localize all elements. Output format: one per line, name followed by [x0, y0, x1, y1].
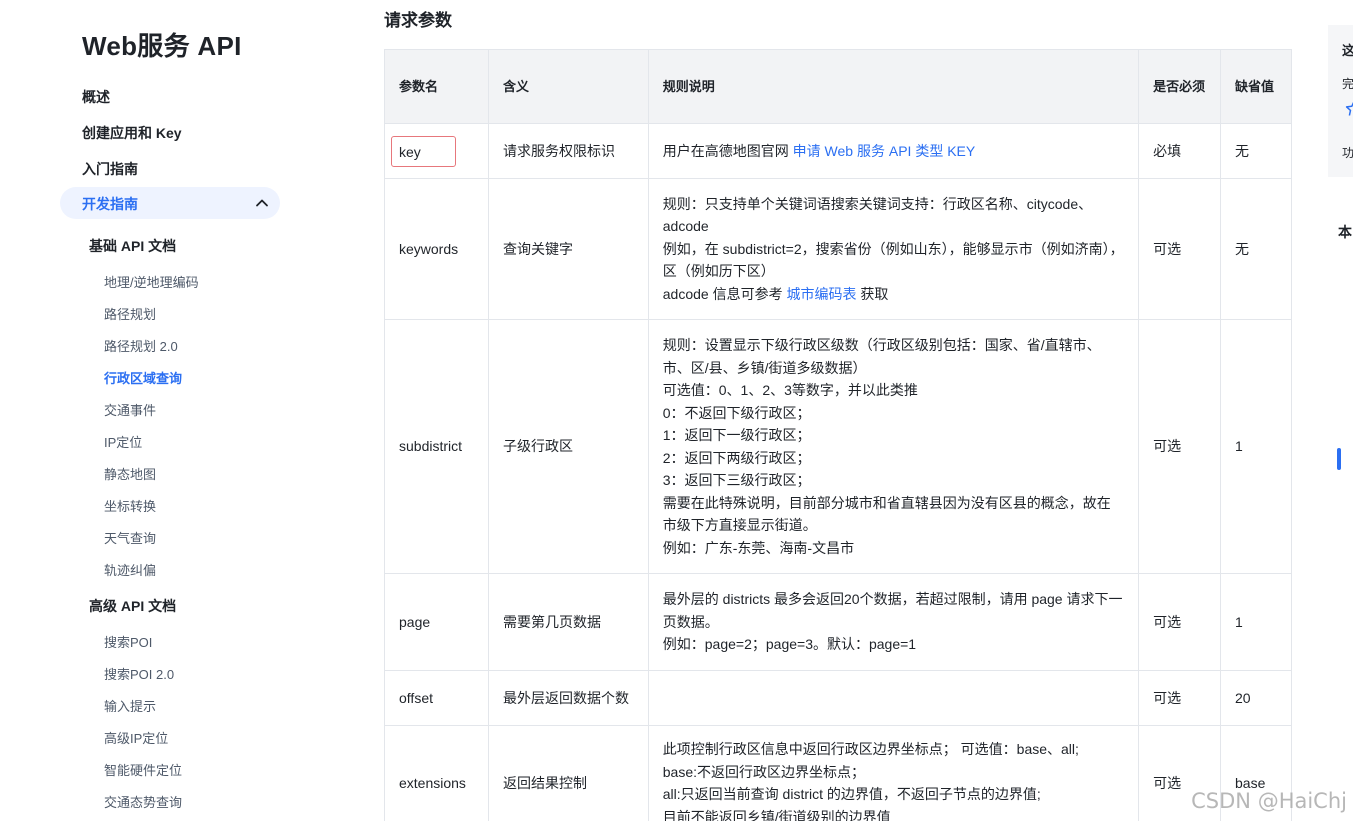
- nav-sub-search-poi-2[interactable]: 搜索POI 2.0: [104, 664, 174, 683]
- cell-meaning: 请求服务权限标识: [487, 123, 649, 179]
- nav-sub-district-query[interactable]: 行政区域查询: [104, 368, 182, 387]
- table-row: page 需要第几页数据 最外层的 districts 最多会返回20个数据，若…: [384, 573, 1292, 671]
- header-rules: 规则说明: [647, 49, 1140, 124]
- rule-line: 规则：设置显示下级行政区级数（行政区级别包括：国家、省/直辖市、市、区/县、乡镇…: [662, 337, 1101, 376]
- cell-rules: [647, 670, 1140, 726]
- nav-dev-guide-label: 开发指南: [82, 196, 138, 212]
- feedback-card-line: 完: [1342, 77, 1353, 91]
- rule-suffix: 获取: [856, 285, 889, 302]
- table-row: key 请求服务权限标识 用户在高德地图官网 申请 Web 服务 API 类型 …: [384, 123, 1292, 179]
- rule-line: adcode 信息可参考 城市编码表 获取: [663, 283, 1124, 306]
- feedback-card-title: 这: [1342, 43, 1353, 58]
- table-header-row: 参数名 含义 规则说明 是否必须 缺省值: [384, 49, 1292, 124]
- cell-required: 可选: [1138, 573, 1221, 671]
- site-title[interactable]: Web服务 API: [82, 26, 242, 63]
- toc-active-indicator: [1337, 448, 1341, 470]
- cell-default: 无: [1220, 123, 1292, 179]
- nav-group-basic-api[interactable]: 基础 API 文档: [89, 236, 176, 256]
- table-row: extensions 返回结果控制 此项控制行政区信息中返回行政区边界坐标点； …: [384, 725, 1292, 821]
- nav-sub-static-map[interactable]: 静态地图: [104, 464, 156, 483]
- cell-required: 可选: [1138, 178, 1221, 320]
- cell-default: 1: [1220, 573, 1292, 671]
- header-meaning: 含义: [487, 49, 649, 124]
- nav-item-dev-guide[interactable]: 开发指南: [60, 187, 280, 219]
- rule-line: all:只返回当前查询 district 的边界值，不返回子节点的边界值;: [662, 786, 1041, 802]
- rule-text: 用户在高德地图官网: [662, 142, 793, 159]
- cell-param-name: keywords: [384, 178, 489, 320]
- nav-sub-ip-location[interactable]: IP定位: [104, 432, 142, 451]
- cell-rules: 规则：只支持单个关键词语搜索关键词支持：行政区名称、citycode、adcod…: [647, 178, 1140, 320]
- nav-sub-route-planning[interactable]: 路径规划: [104, 304, 156, 323]
- cell-rules: 此项控制行政区信息中返回行政区边界坐标点； 可选值：base、all; base…: [647, 725, 1140, 821]
- cell-required: 必填: [1138, 123, 1221, 179]
- rule-line: 例如：page=2；page=3。默认：page=1: [662, 636, 917, 653]
- cell-param-name: subdistrict: [384, 319, 489, 574]
- header-default: 缺省值: [1220, 49, 1292, 124]
- nav-sub-track-correction[interactable]: 轨迹纠偏: [104, 560, 156, 579]
- section-title: 请求参数: [384, 11, 452, 30]
- nav-sub-traffic-status[interactable]: 交通态势查询: [104, 792, 182, 811]
- rule-line: 1：返回下一级行政区；: [662, 427, 811, 443]
- cell-default: 1: [1220, 319, 1292, 574]
- apply-key-link[interactable]: 申请 Web 服务 API 类型 KEY: [793, 143, 976, 159]
- cell-rules: 用户在高德地图官网 申请 Web 服务 API 类型 KEY: [647, 123, 1140, 179]
- nav-item-getting-started[interactable]: 入门指南: [82, 159, 138, 179]
- params-table: 参数名 含义 规则说明 是否必须 缺省值 key 请求服务权限标识 用户在高德地…: [384, 49, 1292, 821]
- star-outline-icon[interactable]: [1342, 100, 1353, 116]
- nav-group-advanced-api[interactable]: 高级 API 文档: [89, 596, 176, 616]
- rule-line: 目前不能返回乡镇/街道级别的边界值: [662, 808, 891, 821]
- cell-param-name: extensions: [384, 725, 489, 821]
- rule-prefix: adcode 信息可参考: [662, 285, 787, 302]
- cell-meaning: 查询关键字: [487, 178, 649, 320]
- nav-item-overview[interactable]: 概述: [82, 87, 110, 107]
- param-name-highlighted: key: [391, 135, 456, 167]
- table-row: offset 最外层返回数据个数 可选 20: [384, 670, 1292, 726]
- rule-line: 例如：广东-东莞、海南-文昌市: [662, 539, 855, 556]
- nav-sub-coordinate-convert[interactable]: 坐标转换: [104, 496, 156, 515]
- rule-line: 0：不返回下级行政区；: [662, 404, 811, 421]
- cell-meaning: 返回结果控制: [487, 725, 649, 821]
- cell-default: 无: [1220, 178, 1292, 320]
- rule-line: 3：返回下三级行政区；: [662, 472, 811, 488]
- nav-sub-weather[interactable]: 天气查询: [104, 528, 156, 547]
- city-code-table-link[interactable]: 城市编码表: [786, 286, 856, 302]
- cell-rules: 规则：设置显示下级行政区级数（行政区级别包括：国家、省/直辖市、市、区/县、乡镇…: [647, 319, 1140, 574]
- cell-default: 20: [1220, 670, 1292, 726]
- nav-sub-route-planning-2[interactable]: 路径规划 2.0: [104, 336, 178, 355]
- rule-line: 例如，在 subdistrict=2，搜索省份（例如山东），能够显示市（例如济南…: [662, 240, 1124, 280]
- nav-sub-smart-hardware[interactable]: 智能硬件定位: [104, 760, 182, 779]
- cell-required: 可选: [1138, 319, 1221, 574]
- nav-sub-geocoding[interactable]: 地理/逆地理编码: [104, 272, 199, 291]
- rule-line: 可选值：0、1、2、3等数字，并以此类推: [662, 382, 918, 398]
- nav-sub-advanced-ip[interactable]: 高级IP定位: [104, 728, 168, 747]
- rule-line: 规则：只支持单个关键词语搜索关键词支持：行政区名称、citycode、adcod…: [662, 195, 1093, 235]
- header-param-name: 参数名: [384, 49, 489, 124]
- cell-required: 可选: [1138, 670, 1221, 726]
- cell-rules: 最外层的 districts 最多会返回20个数据，若超过限制，请用 page …: [647, 573, 1140, 671]
- sidebar: Web服务 API 概述 创建应用和 Key 入门指南 开发指南 基础 API …: [0, 0, 300, 821]
- cell-param-name: key: [384, 123, 489, 179]
- rule-line: 此项控制行政区信息中返回行政区边界坐标点； 可选值：base、all;: [662, 741, 1079, 757]
- cell-meaning: 最外层返回数据个数: [487, 670, 649, 726]
- rule-line: base:不返回行政区边界坐标点；: [662, 763, 866, 780]
- feedback-card-line: 功: [1342, 146, 1353, 160]
- rule-line: 需要在此特殊说明，目前部分城市和省直辖县因为没有区县的概念，故在市级下方直接显示…: [662, 494, 1111, 534]
- cell-meaning: 需要第几页数据: [487, 573, 649, 671]
- chevron-up-icon[interactable]: [254, 195, 270, 211]
- table-row: keywords 查询关键字 规则：只支持单个关键词语搜索关键词支持：行政区名称…: [384, 178, 1292, 320]
- cell-meaning: 子级行政区: [487, 319, 649, 574]
- nav-sub-input-tips[interactable]: 输入提示: [104, 696, 156, 715]
- watermark: CSDN @HaiChj: [1191, 789, 1347, 813]
- header-required: 是否必须: [1138, 49, 1221, 124]
- nav-sub-traffic-events[interactable]: 交通事件: [104, 400, 156, 419]
- cell-param-name: offset: [384, 670, 489, 726]
- rule-line: 最外层的 districts 最多会返回20个数据，若超过限制，请用 page …: [662, 591, 1123, 630]
- cell-param-name: page: [384, 573, 489, 671]
- nav-sub-search-poi[interactable]: 搜索POI: [104, 632, 152, 651]
- table-row: subdistrict 子级行政区 规则：设置显示下级行政区级数（行政区级别包括…: [384, 319, 1292, 574]
- toc-title: 本: [1338, 224, 1352, 240]
- nav-item-create-app-key[interactable]: 创建应用和 Key: [82, 123, 182, 143]
- rule-line: 2：返回下两级行政区；: [662, 449, 811, 466]
